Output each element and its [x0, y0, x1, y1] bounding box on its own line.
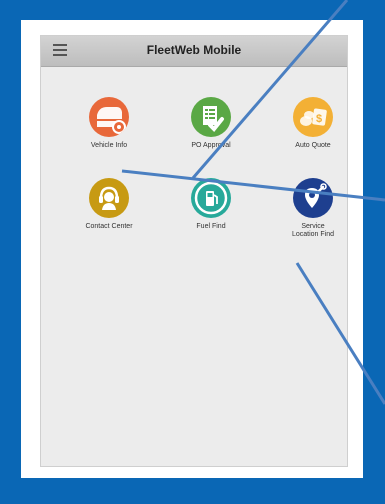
tile-label-line2: Location Find: [291, 231, 335, 238]
headset-icon: [89, 178, 129, 218]
tile-po-approval[interactable]: PO Approval: [166, 97, 256, 150]
app-header: FleetWeb Mobile: [41, 36, 347, 67]
device-frame: FleetWeb Mobile Vehicle Info PO Approval…: [0, 0, 385, 504]
tile-label-line1: Service: [301, 223, 325, 230]
tile-service-location-find[interactable]: Service Location Find: [268, 178, 358, 239]
tile-label: PO Approval: [191, 142, 231, 149]
svg-text:$: $: [316, 113, 322, 125]
tile-auto-quote[interactable]: $ Auto Quote: [268, 97, 358, 150]
tile-vehicle-info[interactable]: Vehicle Info: [64, 97, 154, 150]
tile-label: Auto Quote: [295, 142, 331, 149]
tile-label: Vehicle Info: [90, 142, 128, 149]
vehicle-icon: [89, 97, 129, 137]
app-screen: FleetWeb Mobile Vehicle Info PO Approval…: [40, 35, 348, 467]
tile-label: Contact Center: [85, 223, 133, 230]
fuel-pump-icon: [191, 178, 231, 218]
po-approval-icon: [191, 97, 231, 137]
tile-fuel-find[interactable]: Fuel Find: [166, 178, 256, 231]
tile-label: Fuel Find: [196, 223, 226, 230]
app-title: FleetWeb Mobile: [146, 43, 242, 57]
device-screen: FleetWeb Mobile Vehicle Info PO Approval…: [21, 20, 363, 478]
auto-quote-icon: $: [293, 97, 333, 137]
tile-label: Service Location Find: [268, 223, 358, 239]
location-wrench-icon: [293, 178, 333, 218]
tile-contact-center[interactable]: Contact Center: [64, 178, 154, 231]
